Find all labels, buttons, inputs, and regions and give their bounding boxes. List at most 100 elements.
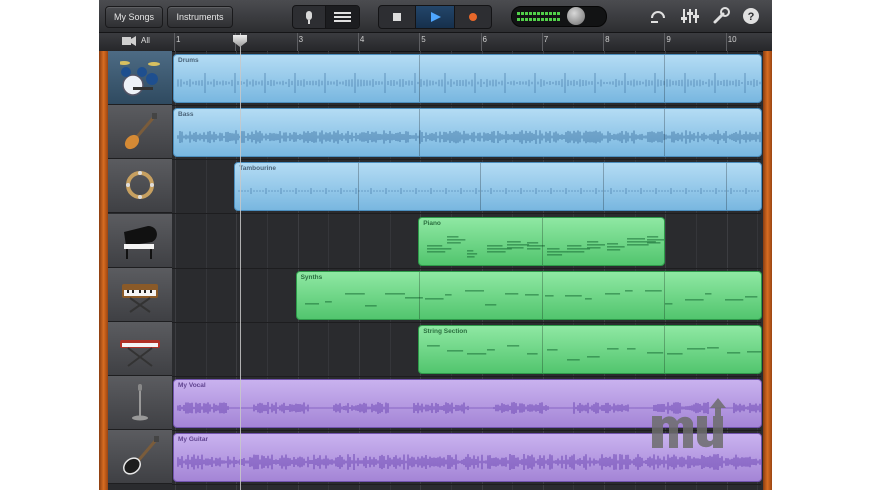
record-button[interactable] [455,6,491,28]
track-region[interactable]: String Section [418,325,762,374]
timeline-ruler[interactable]: All 12345678910 [99,33,772,52]
region-segment-divider [725,163,727,211]
region-name: Bass [178,111,194,119]
track-header[interactable] [108,105,172,160]
tambourine-icon [126,171,154,200]
view-switcher [292,5,360,29]
region-segment-divider [419,109,421,157]
bar-number: 10 [727,35,737,44]
track-lane[interactable]: Bass [172,105,762,161]
region-segment-divider [664,271,666,319]
toolbar: My Songs Instruments ? [99,0,772,33]
region-name: String Section [423,328,468,335]
bar-number: 6 [482,35,487,44]
track-lane[interactable]: Drums [172,51,762,106]
region-waveform [177,73,761,93]
track-region[interactable]: Bass [173,108,762,158]
level-meter [517,12,560,21]
region-name: Synths [300,273,323,281]
region-name: Piano [423,219,441,227]
bar-tick [541,33,543,51]
bar-number: 4 [359,35,365,44]
bar-number: 1 [176,35,181,44]
track-lane[interactable]: Synths [172,268,762,323]
region-segment-divider [541,217,543,265]
bar-tick [664,33,666,51]
region-segment-divider [664,326,666,373]
tracks-view-icon [334,12,351,22]
mixer-icon[interactable] [681,7,699,25]
bar-tick [419,33,421,51]
loop-icon[interactable] [649,7,667,25]
settings-icon[interactable] [712,7,730,25]
bar-number: 3 [298,35,304,44]
mic-icon [306,11,312,24]
synth-keyboard-icon [122,283,158,313]
bar-tick [174,33,175,51]
region-segment-divider [664,109,666,157]
region-segment-divider [419,55,421,102]
region-segment-divider [541,271,543,319]
region-name: Drums [178,57,199,64]
region-segment-divider [541,326,543,373]
svg-text:?: ? [748,11,755,23]
all-tracks-label: All [141,36,150,45]
track-region[interactable]: Drums [173,54,762,103]
track-header[interactable] [108,267,172,322]
track-lane[interactable]: String Section [172,322,762,377]
electric-guitar-icon [123,436,159,476]
track-region[interactable]: Tambourine [234,162,762,212]
region-segment-divider [419,271,421,319]
region-name: Tambourine [239,165,277,173]
region-segment-divider [480,163,482,211]
bar-tick [357,33,359,51]
wood-panel-right [763,51,772,490]
region-waveform [427,345,761,361]
track-lane[interactable]: Piano [172,214,761,269]
region-segment-divider [357,163,359,211]
play-icon [431,12,441,22]
bar-number: 8 [605,35,610,44]
instrument-view-button[interactable] [293,6,326,28]
watermark-logo [652,398,726,448]
region-waveform [238,188,759,195]
track-region[interactable]: Piano [418,216,666,266]
transport-controls [378,5,492,29]
track-lane[interactable]: Tambourine [172,159,762,215]
bass-guitar-icon [124,113,157,150]
region-waveform [304,289,757,307]
help-icon[interactable]: ? [742,7,760,25]
region-name: My Vocal [178,382,206,390]
track-header[interactable] [108,376,172,431]
track-header[interactable] [108,430,172,485]
drum-kit-icon [120,61,160,96]
my-songs-button[interactable]: My Songs [105,6,163,28]
keyboard-stand-icon [120,340,160,367]
region-waveform [177,130,761,145]
master-volume-meter[interactable] [511,6,607,27]
playhead[interactable] [240,33,241,490]
stop-icon [393,13,401,21]
microphone-stand-icon [132,384,148,421]
record-icon [469,13,477,21]
region-name: My Guitar [178,436,208,444]
stop-button[interactable] [379,6,416,28]
bar-tick [296,33,298,51]
track-header[interactable] [108,213,172,268]
region-segment-divider [603,163,605,211]
track-header[interactable] [108,51,172,105]
bar-tick [725,33,727,51]
volume-knob[interactable] [567,7,585,25]
track-region[interactable]: Synths [295,270,762,320]
track-header[interactable] [108,322,172,376]
instruments-button[interactable]: Instruments [167,6,233,28]
bar-tick [603,33,605,51]
bar-number: 9 [666,35,671,44]
bar-number: 7 [543,35,549,44]
track-header[interactable] [108,159,172,214]
bar-number: 5 [421,35,426,44]
track-settings-icon[interactable] [121,35,141,49]
wood-panel-left [99,51,108,490]
play-button[interactable] [416,6,455,28]
tracks-view-button[interactable] [326,6,359,28]
